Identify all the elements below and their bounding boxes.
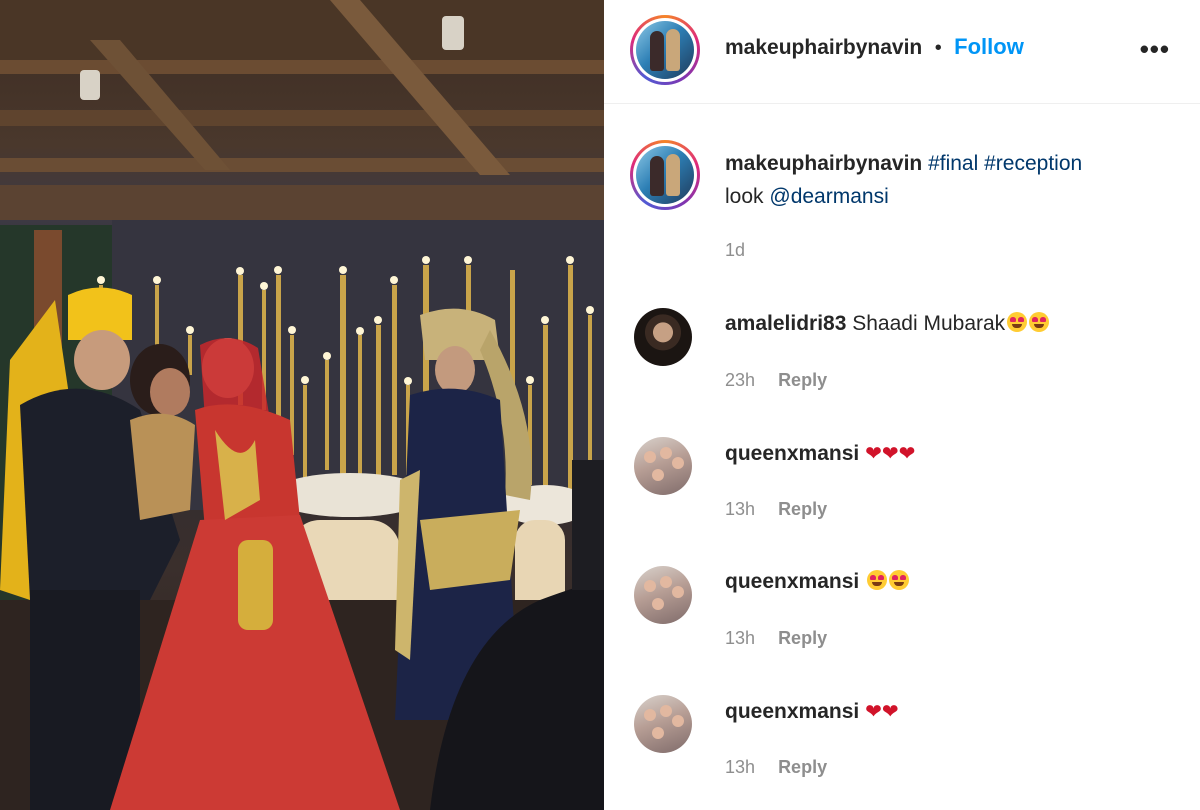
commenter-avatar[interactable] [634,308,692,366]
reply-button[interactable]: Reply [778,757,827,777]
post-header: makeuphairbynavin • Follow ••• [604,0,1200,104]
author-avatar[interactable] [630,15,700,85]
more-horizontal-icon[interactable]: ••• [1140,36,1170,62]
follow-button[interactable]: Follow [954,34,1024,59]
comment-username[interactable]: queenxmansi [725,570,859,593]
commenter-avatar[interactable] [634,566,692,624]
heart-eyes-emoji-icon [1007,312,1028,332]
comment-item: queenxmansi 13h Reply [604,564,1200,664]
red-heart-emoji-icon: ❤❤❤ [865,443,916,465]
commenter-avatar[interactable] [634,695,692,753]
caption-author-avatar[interactable] [630,140,700,210]
heart-eyes-emoji-icon [889,570,910,590]
red-heart-emoji-icon: ❤❤ [865,701,899,723]
post-sidebar: makeuphairbynavin • Follow ••• makeuphai… [604,0,1200,810]
comment-item: queenxmansi ❤❤ 13h Reply [604,693,1200,793]
post-photo[interactable] [0,0,604,810]
reply-button[interactable]: Reply [778,499,827,519]
reply-button[interactable]: Reply [778,370,827,390]
comment-timestamp[interactable]: 23h [725,370,755,390]
heart-eyes-emoji-icon [867,570,888,590]
comment-username[interactable]: amalelidri83 [725,312,846,335]
header-separator: • [934,37,942,59]
comment-timestamp[interactable]: 13h [725,628,755,648]
author-username[interactable]: makeuphairbynavin [725,36,922,59]
comment-timestamp[interactable]: 13h [725,499,755,519]
comment-item: amalelidri83 Shaadi Mubarak 23h Reply [604,306,1200,406]
comment-username[interactable]: queenxmansi [725,700,859,723]
wedding-reception-photo [0,0,604,810]
comment-text: Shaadi Mubarak [852,312,1006,335]
reply-button[interactable]: Reply [778,628,827,648]
comment-item: queenxmansi ❤❤❤ 13h Reply [604,435,1200,535]
heart-eyes-emoji-icon [1029,312,1050,332]
mention-link[interactable]: @dearmansi [769,185,888,208]
comment-timestamp[interactable]: 13h [725,757,755,777]
caption-text: look [725,185,764,208]
comment-username[interactable]: queenxmansi [725,442,859,465]
caption-username[interactable]: makeuphairbynavin [725,152,922,175]
caption-timestamp[interactable]: 1d [725,240,745,261]
hashtag-link[interactable]: #reception [984,152,1082,175]
commenter-avatar[interactable] [634,437,692,495]
post-caption: makeuphairbynavin #final #reception look… [725,147,1165,213]
hashtag-link[interactable]: #final [928,152,978,175]
